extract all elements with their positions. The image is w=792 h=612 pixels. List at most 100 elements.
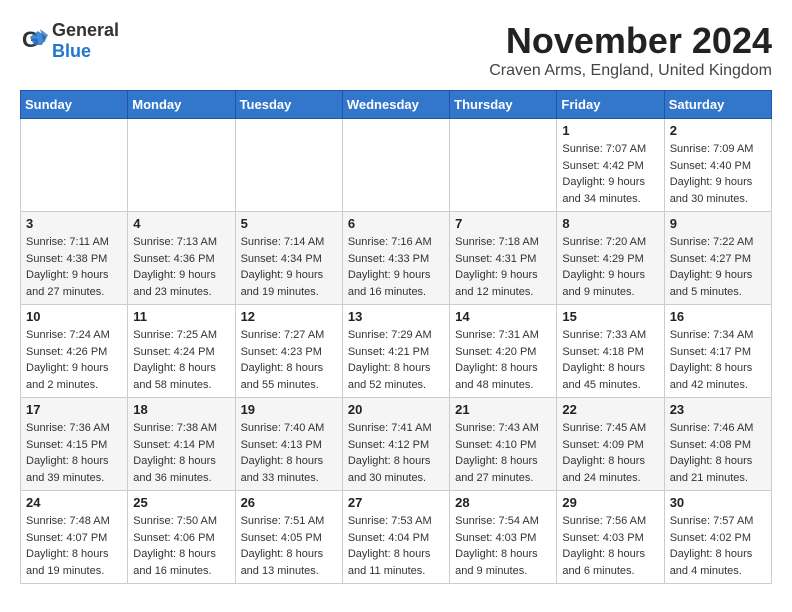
calendar-cell: 9 Sunrise: 7:22 AM Sunset: 4:27 PM Daylig… — [664, 212, 771, 305]
weekday-header-monday: Monday — [128, 91, 235, 119]
calendar-cell: 10Sunrise: 7:24 AM Sunset: 4:26 PM Dayli… — [21, 305, 128, 398]
calendar-cell: 29 Sunrise: 7:56 AM Sunset: 4:03 PM Dayli… — [557, 491, 664, 584]
logo-icon: G — [20, 27, 48, 55]
calendar-table: SundayMondayTuesdayWednesdayThursdayFrid… — [20, 90, 772, 584]
day-number: 18 — [133, 402, 229, 417]
calendar-cell — [450, 119, 557, 212]
day-info: Sunrise: 7:34 AM Sunset: 4:17 PM Dayligh… — [670, 327, 766, 393]
day-number: 19 — [241, 402, 337, 417]
day-info: Sunrise: 7:46 AM Sunset: 4:08 PM Dayligh… — [670, 420, 766, 486]
day-number: 5 — [241, 216, 337, 231]
day-number: 15 — [562, 309, 658, 324]
day-number: 30 — [670, 495, 766, 510]
day-info: Sunrise: 7:56 AM Sunset: 4:03 PM Dayligh… — [562, 513, 658, 579]
calendar-cell: 22 Sunrise: 7:45 AM Sunset: 4:09 PM Dayli… — [557, 398, 664, 491]
day-info: Sunrise: 7:07 AM Sunset: 4:42 PM Dayligh… — [562, 141, 658, 207]
day-number: 22 — [562, 402, 658, 417]
calendar-cell: 23Sunrise: 7:46 AM Sunset: 4:08 PM Dayli… — [664, 398, 771, 491]
calendar-cell: 7 Sunrise: 7:18 AM Sunset: 4:31 PM Daylig… — [450, 212, 557, 305]
calendar-week-row: 3 Sunrise: 7:11 AM Sunset: 4:38 PM Daylig… — [21, 212, 772, 305]
day-info: Sunrise: 7:27 AM Sunset: 4:23 PM Dayligh… — [241, 327, 337, 393]
day-info: Sunrise: 7:18 AM Sunset: 4:31 PM Dayligh… — [455, 234, 551, 300]
page-header: G General Blue November 2024 Craven Arms… — [20, 20, 772, 80]
day-info: Sunrise: 7:09 AM Sunset: 4:40 PM Dayligh… — [670, 141, 766, 207]
calendar-cell: 25 Sunrise: 7:50 AM Sunset: 4:06 PM Dayli… — [128, 491, 235, 584]
day-info: Sunrise: 7:33 AM Sunset: 4:18 PM Dayligh… — [562, 327, 658, 393]
logo-text: General Blue — [52, 20, 119, 62]
calendar-cell: 11Sunrise: 7:25 AM Sunset: 4:24 PM Dayli… — [128, 305, 235, 398]
day-number: 3 — [26, 216, 122, 231]
calendar-cell: 2 Sunrise: 7:09 AM Sunset: 4:40 PM Daylig… — [664, 119, 771, 212]
day-info: Sunrise: 7:54 AM Sunset: 4:03 PM Dayligh… — [455, 513, 551, 579]
calendar-cell: 5 Sunrise: 7:14 AM Sunset: 4:34 PM Daylig… — [235, 212, 342, 305]
day-info: Sunrise: 7:20 AM Sunset: 4:29 PM Dayligh… — [562, 234, 658, 300]
weekday-header-friday: Friday — [557, 91, 664, 119]
day-info: Sunrise: 7:43 AM Sunset: 4:10 PM Dayligh… — [455, 420, 551, 486]
calendar-cell: 12 Sunrise: 7:27 AM Sunset: 4:23 PM Dayli… — [235, 305, 342, 398]
day-number: 27 — [348, 495, 444, 510]
day-number: 25 — [133, 495, 229, 510]
day-info: Sunrise: 7:36 AM Sunset: 4:15 PM Dayligh… — [26, 420, 122, 486]
day-number: 6 — [348, 216, 444, 231]
calendar-cell — [342, 119, 449, 212]
calendar-cell: 4Sunrise: 7:13 AM Sunset: 4:36 PM Daylig… — [128, 212, 235, 305]
day-number: 26 — [241, 495, 337, 510]
weekday-header-saturday: Saturday — [664, 91, 771, 119]
day-info: Sunrise: 7:29 AM Sunset: 4:21 PM Dayligh… — [348, 327, 444, 393]
calendar-week-row: 24Sunrise: 7:48 AM Sunset: 4:07 PM Dayli… — [21, 491, 772, 584]
calendar-cell: 14Sunrise: 7:31 AM Sunset: 4:20 PM Dayli… — [450, 305, 557, 398]
day-info: Sunrise: 7:16 AM Sunset: 4:33 PM Dayligh… — [348, 234, 444, 300]
month-title: November 2024 — [489, 20, 772, 62]
calendar-cell: 30 Sunrise: 7:57 AM Sunset: 4:02 PM Dayli… — [664, 491, 771, 584]
calendar-cell: 18 Sunrise: 7:38 AM Sunset: 4:14 PM Dayli… — [128, 398, 235, 491]
calendar-cell: 16Sunrise: 7:34 AM Sunset: 4:17 PM Dayli… — [664, 305, 771, 398]
day-number: 12 — [241, 309, 337, 324]
logo: G General Blue — [20, 20, 119, 62]
day-number: 7 — [455, 216, 551, 231]
day-info: Sunrise: 7:11 AM Sunset: 4:38 PM Dayligh… — [26, 234, 122, 300]
calendar-cell: 8Sunrise: 7:20 AM Sunset: 4:29 PM Daylig… — [557, 212, 664, 305]
calendar-cell: 6 Sunrise: 7:16 AM Sunset: 4:33 PM Daylig… — [342, 212, 449, 305]
day-number: 28 — [455, 495, 551, 510]
calendar-cell: 15 Sunrise: 7:33 AM Sunset: 4:18 PM Dayli… — [557, 305, 664, 398]
day-number: 10 — [26, 309, 122, 324]
calendar-cell — [128, 119, 235, 212]
day-info: Sunrise: 7:41 AM Sunset: 4:12 PM Dayligh… — [348, 420, 444, 486]
calendar-cell: 26 Sunrise: 7:51 AM Sunset: 4:05 PM Dayli… — [235, 491, 342, 584]
day-info: Sunrise: 7:22 AM Sunset: 4:27 PM Dayligh… — [670, 234, 766, 300]
weekday-header-row: SundayMondayTuesdayWednesdayThursdayFrid… — [21, 91, 772, 119]
day-number: 17 — [26, 402, 122, 417]
calendar-cell: 21 Sunrise: 7:43 AM Sunset: 4:10 PM Dayli… — [450, 398, 557, 491]
calendar-cell — [21, 119, 128, 212]
day-info: Sunrise: 7:40 AM Sunset: 4:13 PM Dayligh… — [241, 420, 337, 486]
day-info: Sunrise: 7:25 AM Sunset: 4:24 PM Dayligh… — [133, 327, 229, 393]
day-number: 9 — [670, 216, 766, 231]
day-number: 4 — [133, 216, 229, 231]
day-number: 13 — [348, 309, 444, 324]
day-info: Sunrise: 7:14 AM Sunset: 4:34 PM Dayligh… — [241, 234, 337, 300]
calendar-cell: 13 Sunrise: 7:29 AM Sunset: 4:21 PM Dayli… — [342, 305, 449, 398]
day-info: Sunrise: 7:53 AM Sunset: 4:04 PM Dayligh… — [348, 513, 444, 579]
day-number: 2 — [670, 123, 766, 138]
day-info: Sunrise: 7:50 AM Sunset: 4:06 PM Dayligh… — [133, 513, 229, 579]
calendar-cell: 27 Sunrise: 7:53 AM Sunset: 4:04 PM Dayli… — [342, 491, 449, 584]
day-number: 21 — [455, 402, 551, 417]
weekday-header-tuesday: Tuesday — [235, 91, 342, 119]
weekday-header-wednesday: Wednesday — [342, 91, 449, 119]
calendar-cell: 1 Sunrise: 7:07 AM Sunset: 4:42 PM Daylig… — [557, 119, 664, 212]
day-info: Sunrise: 7:38 AM Sunset: 4:14 PM Dayligh… — [133, 420, 229, 486]
day-info: Sunrise: 7:57 AM Sunset: 4:02 PM Dayligh… — [670, 513, 766, 579]
day-info: Sunrise: 7:45 AM Sunset: 4:09 PM Dayligh… — [562, 420, 658, 486]
day-number: 1 — [562, 123, 658, 138]
calendar-week-row: 10Sunrise: 7:24 AM Sunset: 4:26 PM Dayli… — [21, 305, 772, 398]
day-number: 20 — [348, 402, 444, 417]
weekday-header-thursday: Thursday — [450, 91, 557, 119]
day-number: 24 — [26, 495, 122, 510]
location-title: Craven Arms, England, United Kingdom — [489, 62, 772, 80]
calendar-week-row: 17 Sunrise: 7:36 AM Sunset: 4:15 PM Dayli… — [21, 398, 772, 491]
day-info: Sunrise: 7:51 AM Sunset: 4:05 PM Dayligh… — [241, 513, 337, 579]
title-area: November 2024 Craven Arms, England, Unit… — [489, 20, 772, 80]
calendar-week-row: 1 Sunrise: 7:07 AM Sunset: 4:42 PM Daylig… — [21, 119, 772, 212]
calendar-cell — [235, 119, 342, 212]
day-number: 29 — [562, 495, 658, 510]
